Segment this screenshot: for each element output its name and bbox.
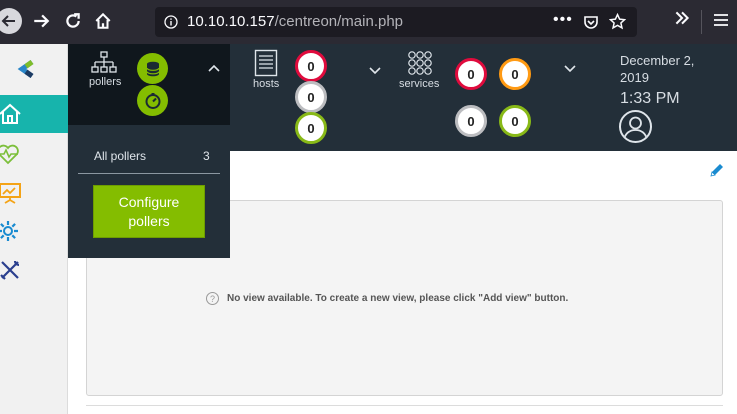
user-avatar-icon xyxy=(623,116,648,141)
url-text: 10.10.10.157/centreon/main.php xyxy=(187,13,403,30)
home-icon xyxy=(0,103,21,124)
hosts-label: hosts xyxy=(253,78,280,90)
all-pollers-count: 3 xyxy=(203,149,210,163)
back-button[interactable] xyxy=(0,8,22,34)
panel-bottom-divider xyxy=(86,405,723,406)
services-chevron-down-icon[interactable] xyxy=(562,61,578,77)
overflow-chevrons-icon[interactable] xyxy=(673,9,691,32)
empty-view-message: ? No view available. To create a new vie… xyxy=(206,292,568,305)
tools-icon xyxy=(0,260,20,280)
home-button[interactable] xyxy=(90,8,116,34)
date-line-1: December 2, xyxy=(620,53,695,68)
left-sidebar xyxy=(0,44,68,414)
network-tree-icon xyxy=(91,51,117,73)
page-actions-icon[interactable]: ••• xyxy=(553,11,573,29)
user-profile-button[interactable] xyxy=(619,110,652,143)
clock-time: 1:33 PM xyxy=(620,90,680,107)
edit-pencil-icon[interactable] xyxy=(709,162,725,178)
pollers-label: pollers xyxy=(89,76,122,88)
presentation-chart-icon xyxy=(0,183,21,204)
latency-status-icon xyxy=(137,85,168,116)
services-ok-count[interactable]: 0 xyxy=(499,105,531,137)
hosts-unreachable-count[interactable]: 0 xyxy=(295,81,327,113)
chevron-up-icon[interactable] xyxy=(207,62,221,74)
all-pollers-row[interactable]: All pollers 3 xyxy=(78,146,220,174)
sidebar-item-monitoring[interactable] xyxy=(0,135,68,173)
sidebar-item-reporting[interactable] xyxy=(0,174,68,212)
sidebar-item-configuration[interactable] xyxy=(0,212,68,250)
reload-button[interactable] xyxy=(60,8,86,34)
bookmark-star-icon[interactable] xyxy=(609,13,626,30)
url-host: 10.10.10.157 xyxy=(187,13,275,30)
sidebar-item-home[interactable] xyxy=(0,95,68,133)
browser-toolbar: 10.10.10.157/centreon/main.php ••• xyxy=(0,0,737,44)
hosts-up-count[interactable]: 0 xyxy=(295,112,327,144)
address-bar[interactable]: 10.10.10.157/centreon/main.php ••• xyxy=(155,7,637,37)
services-critical-count[interactable]: 0 xyxy=(455,58,487,90)
url-path: /centreon/main.php xyxy=(274,13,404,30)
configure-pollers-label-2: pollers xyxy=(128,213,170,229)
services-grid-icon xyxy=(408,51,432,75)
help-icon: ? xyxy=(206,292,219,305)
configure-pollers-label-1: Configure xyxy=(118,194,180,210)
forward-arrow-icon xyxy=(34,14,50,28)
date-line-2: 2019 xyxy=(620,70,649,85)
empty-view-text: No view available. To create a new view,… xyxy=(227,293,569,304)
info-icon xyxy=(164,15,178,29)
reload-icon xyxy=(66,13,80,28)
gear-icon xyxy=(0,221,18,241)
configure-pollers-button[interactable]: Configure pollers xyxy=(93,185,205,238)
heartbeat-icon xyxy=(0,144,19,165)
pocket-icon[interactable] xyxy=(583,14,599,30)
app-menu-icon[interactable] xyxy=(713,12,729,33)
centreon-logo[interactable] xyxy=(14,56,40,87)
sidebar-item-administration[interactable] xyxy=(0,251,68,289)
all-pollers-label: All pollers xyxy=(94,149,147,163)
hosts-chevron-down-icon[interactable] xyxy=(367,63,383,79)
pollers-widget[interactable]: pollers xyxy=(68,44,230,125)
toolbar-divider xyxy=(701,10,702,34)
database-status-icon xyxy=(137,53,168,84)
services-unknown-count[interactable]: 0 xyxy=(455,105,487,137)
services-warning-count[interactable]: 0 xyxy=(499,58,531,90)
back-arrow-icon xyxy=(0,8,22,34)
server-icon xyxy=(254,49,278,77)
home-icon xyxy=(95,12,111,29)
hosts-down-count[interactable]: 0 xyxy=(295,50,327,82)
forward-button[interactable] xyxy=(28,8,54,34)
services-label: services xyxy=(399,78,440,90)
